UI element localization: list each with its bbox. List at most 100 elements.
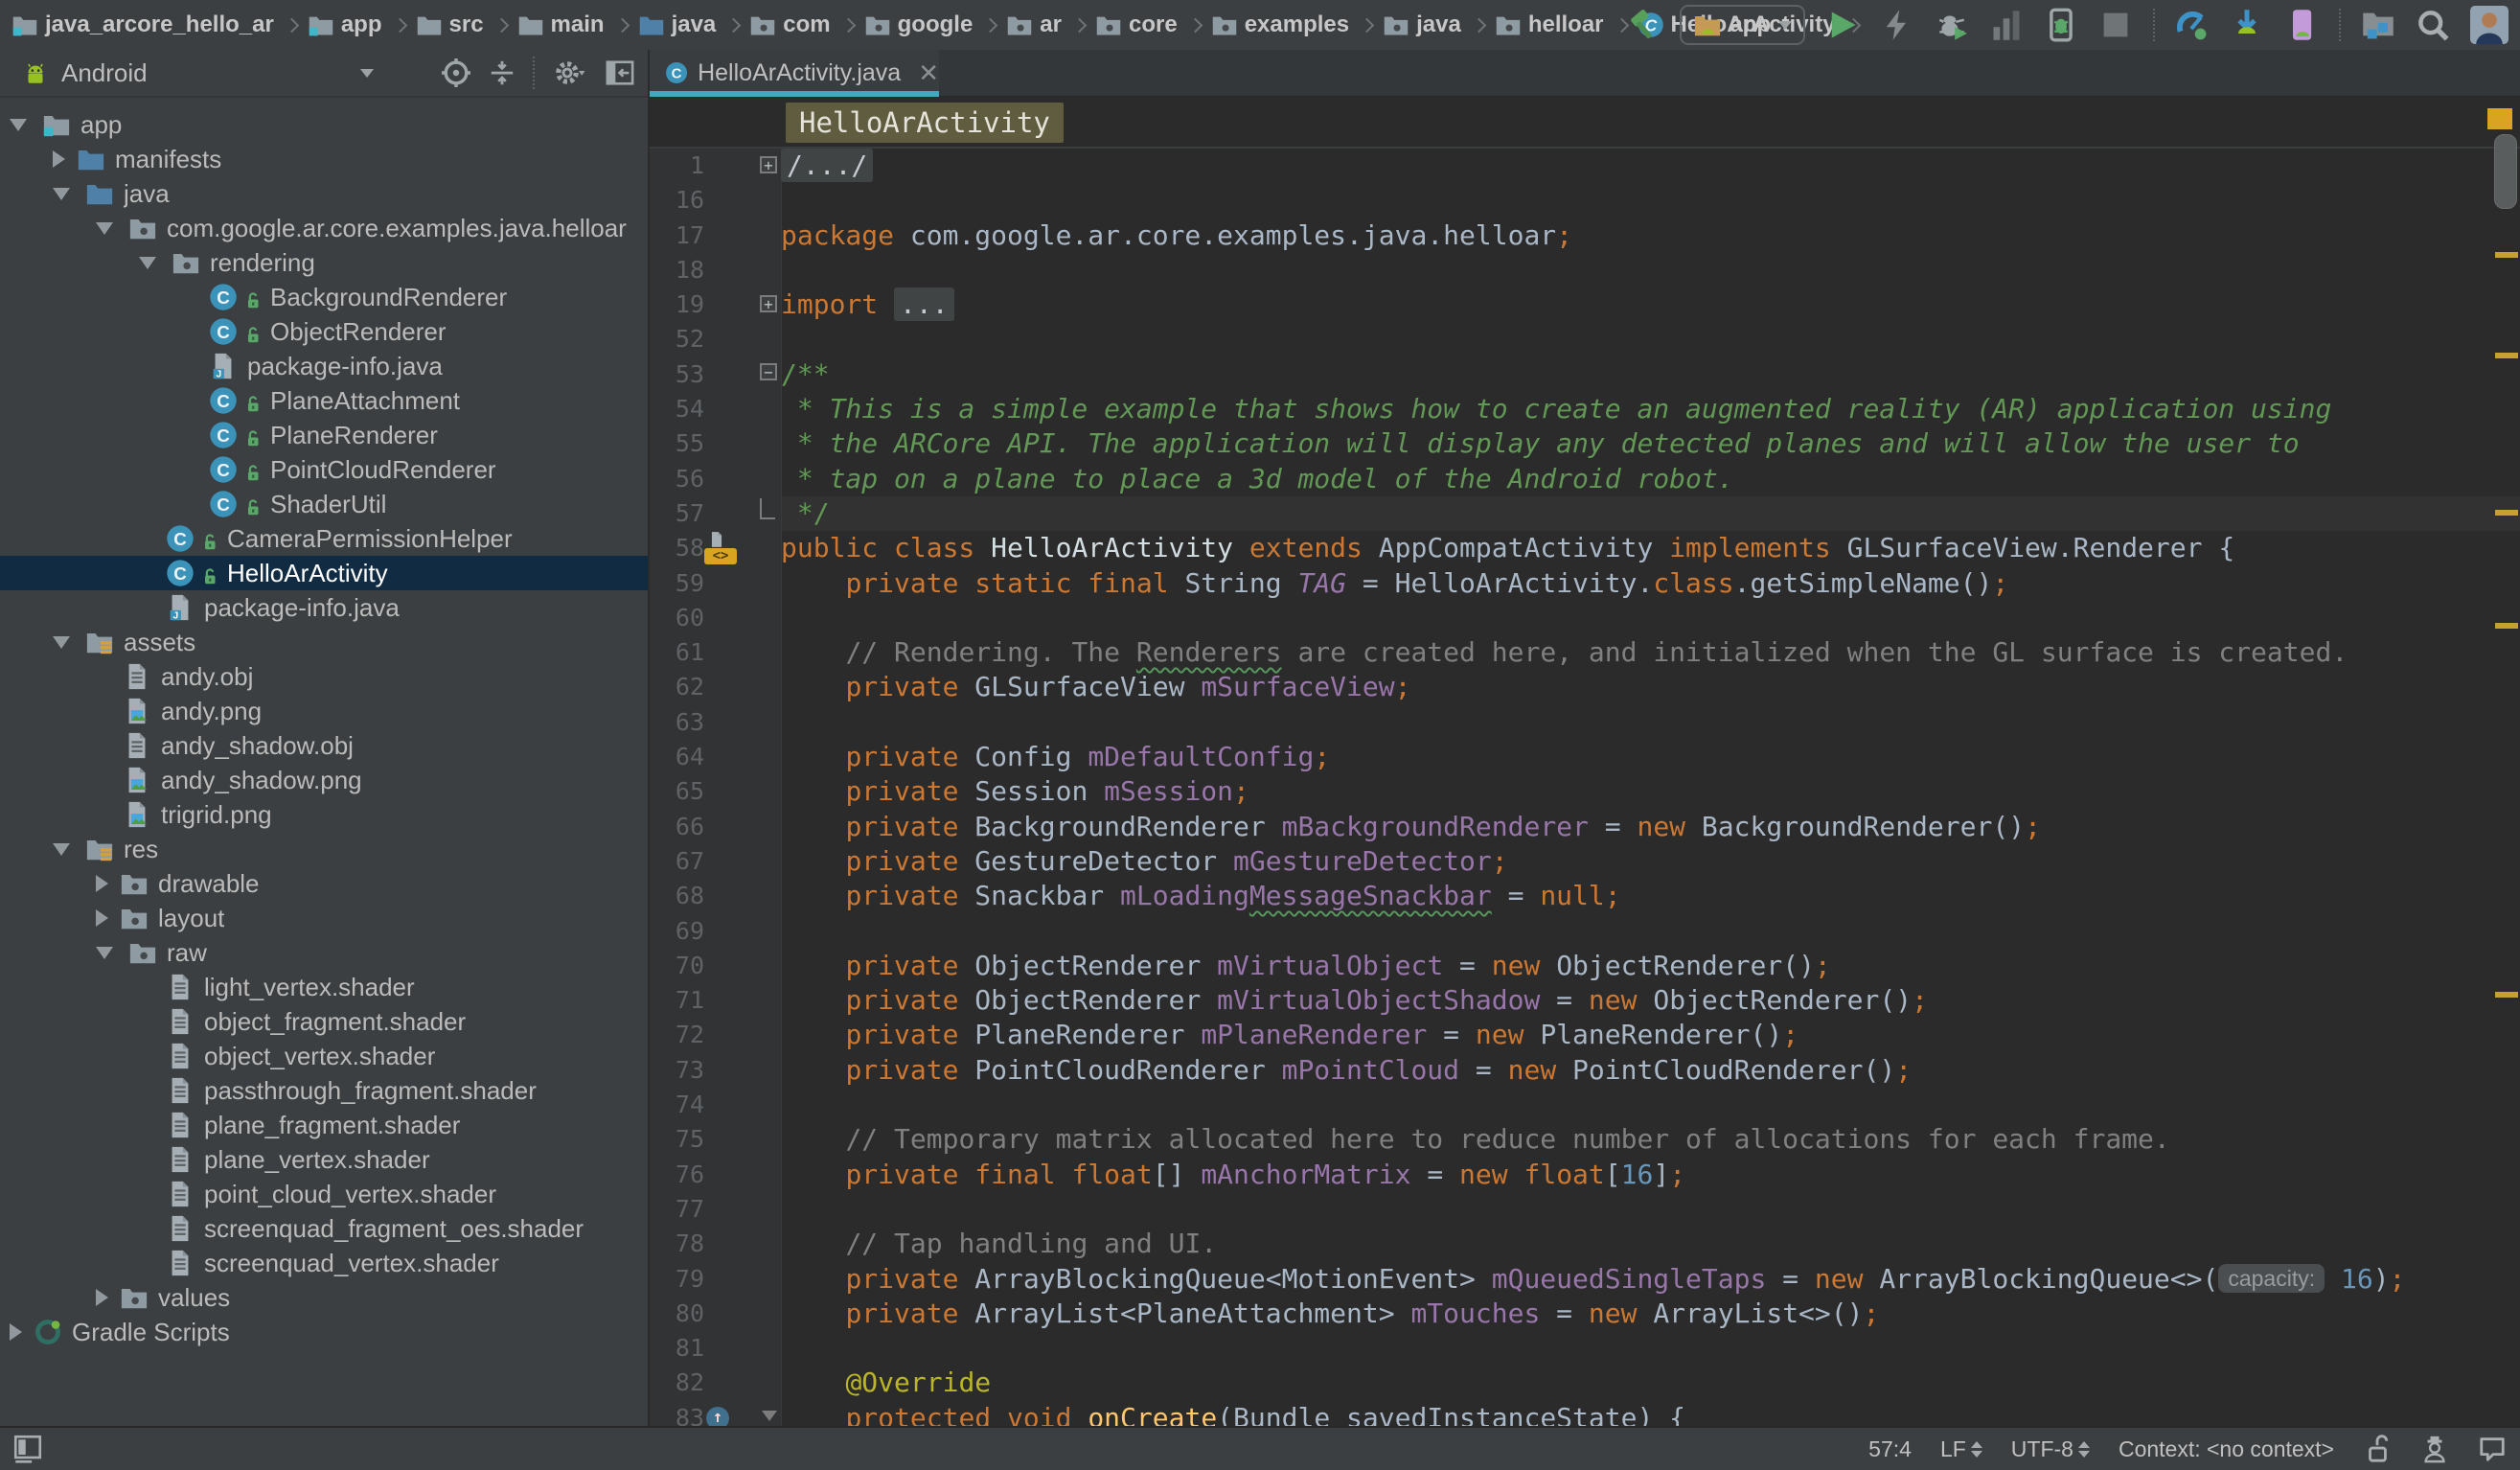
tree-item-backgroundrenderer[interactable]: CBackgroundRenderer: [0, 280, 648, 314]
breadcrumb-item-java_arcore_hello_ar[interactable]: java_arcore_hello_ar: [11, 11, 274, 38]
tree-item-app[interactable]: app: [0, 107, 648, 142]
chevron-down-icon[interactable]: [53, 636, 70, 649]
fold-collapse-icon[interactable]: −: [760, 363, 777, 380]
related-file-icon[interactable]: [706, 531, 727, 548]
tree-item-light-vertex-shader[interactable]: light_vertex.shader: [0, 970, 648, 1004]
breadcrumb-item-main[interactable]: main: [517, 11, 605, 38]
tree-item-camerapermissionhelper[interactable]: CCameraPermissionHelper: [0, 521, 648, 556]
tree-item-gradle-scripts[interactable]: Gradle Scripts: [0, 1315, 648, 1349]
tree-item-planerenderer[interactable]: CPlaneRenderer: [0, 418, 648, 452]
fold-arrow-icon[interactable]: [762, 1411, 777, 1421]
breadcrumb-item-app[interactable]: app: [308, 11, 382, 38]
warning-stripe-mark[interactable]: [2495, 510, 2518, 516]
tree-item-point-cloud-vertex-shader[interactable]: point_cloud_vertex.shader: [0, 1177, 648, 1211]
chevron-down-icon[interactable]: [96, 222, 113, 235]
profile-button[interactable]: [1989, 8, 2024, 42]
editor-scrollbar[interactable]: [2494, 134, 2517, 209]
chevron-right-icon[interactable]: [96, 909, 108, 927]
tree-item-trigrid-png[interactable]: trigrid.png: [0, 797, 648, 832]
locate-file-icon[interactable]: [441, 57, 471, 88]
highlighting-level-icon[interactable]: [2420, 1435, 2449, 1463]
tree-item-plane-fragment-shader[interactable]: plane_fragment.shader: [0, 1108, 648, 1142]
breadcrumb-item-com[interactable]: com: [749, 11, 830, 38]
hide-panel-icon[interactable]: [606, 57, 634, 88]
gear-icon[interactable]: [551, 57, 589, 88]
tree-item-java[interactable]: java: [0, 176, 648, 211]
chevron-down-icon[interactable]: [139, 257, 156, 269]
tree-item-raw[interactable]: raw: [0, 935, 648, 970]
search-everywhere-icon[interactable]: [2416, 8, 2450, 42]
chevron-down-icon[interactable]: [360, 69, 374, 78]
fold-expand-icon[interactable]: +: [760, 295, 777, 312]
collapse-all-icon[interactable]: [488, 57, 516, 88]
breadcrumb-item-java[interactable]: java: [1383, 11, 1461, 38]
stop-button[interactable]: [2098, 8, 2133, 42]
tree-item-helloaractivity[interactable]: CHelloArActivity: [0, 556, 648, 590]
tree-item-package-info-java[interactable]: Jpackage-info.java: [0, 590, 648, 625]
project-view-selector[interactable]: Android: [61, 58, 148, 88]
breadcrumb-item-google[interactable]: google: [864, 11, 974, 38]
breadcrumb-item-ar[interactable]: ar: [1006, 11, 1062, 38]
debug-button[interactable]: [1935, 8, 1969, 42]
chevron-down-icon[interactable]: [10, 119, 27, 131]
tree-item-values[interactable]: values: [0, 1280, 648, 1315]
close-icon[interactable]: ✕: [918, 58, 939, 88]
tree-item-drawable[interactable]: drawable: [0, 866, 648, 901]
user-avatar[interactable]: [2470, 5, 2509, 45]
warning-stripe-mark[interactable]: [2495, 623, 2518, 629]
tree-item-andy-shadow-png[interactable]: andy_shadow.png: [0, 763, 648, 797]
profiler-icon[interactable]: [2175, 8, 2210, 42]
tree-item-manifests[interactable]: manifests: [0, 142, 648, 176]
tree-item-com-google-ar-core-examples-java-helloar[interactable]: com.google.ar.core.examples.java.helloar: [0, 211, 648, 245]
tree-item-package-info-java[interactable]: Jpackage-info.java: [0, 349, 648, 383]
tree-item-screenquad-fragment-oes-shader[interactable]: screenquad_fragment_oes.shader: [0, 1211, 648, 1246]
inspection-indicator[interactable]: [2487, 108, 2512, 129]
tree-item-andy-obj[interactable]: andy.obj: [0, 659, 648, 694]
chevron-down-icon[interactable]: [96, 947, 113, 959]
tree-item-res[interactable]: res: [0, 832, 648, 866]
chevron-down-icon[interactable]: [53, 188, 70, 200]
tree-item-passthrough-fragment-shader[interactable]: passthrough_fragment.shader: [0, 1073, 648, 1108]
tree-item-andy-shadow-obj[interactable]: andy_shadow.obj: [0, 728, 648, 763]
breadcrumb-item-helloar[interactable]: helloar: [1495, 11, 1604, 38]
chevron-right-icon[interactable]: [53, 150, 65, 168]
run-button[interactable]: [1825, 8, 1860, 42]
line-separator[interactable]: LF: [1940, 1436, 1982, 1462]
warning-stripe-mark[interactable]: [2495, 252, 2518, 258]
tree-item-plane-vertex-shader[interactable]: plane_vertex.shader: [0, 1142, 648, 1177]
project-structure-icon[interactable]: [2361, 8, 2395, 42]
tree-item-object-vertex-shader[interactable]: object_vertex.shader: [0, 1039, 648, 1073]
chevron-right-icon[interactable]: [10, 1323, 22, 1341]
related-xml-icon[interactable]: <>: [704, 548, 737, 564]
warning-stripe-mark[interactable]: [2495, 992, 2518, 998]
breadcrumb-item-java[interactable]: java: [638, 11, 717, 38]
chevron-right-icon[interactable]: [96, 1289, 108, 1306]
event-log-icon[interactable]: [2478, 1435, 2507, 1463]
tree-item-assets[interactable]: assets: [0, 625, 648, 659]
tree-item-object-fragment-shader[interactable]: object_fragment.shader: [0, 1004, 648, 1039]
tab-helloaractivity[interactable]: C HelloArActivity.java ✕: [650, 50, 939, 96]
readonly-lock-icon[interactable]: [2363, 1435, 2392, 1463]
breadcrumb-item-core[interactable]: core: [1095, 11, 1178, 38]
tool-window-switcher-icon[interactable]: [13, 1435, 42, 1463]
sdk-manager-icon[interactable]: [2230, 8, 2264, 42]
caret-position[interactable]: 57:4: [1868, 1436, 1912, 1462]
override-method-icon[interactable]: ↑: [706, 1407, 729, 1428]
tree-item-pointcloudrenderer[interactable]: CPointCloudRenderer: [0, 452, 648, 487]
avd-manager-icon[interactable]: [2284, 8, 2319, 42]
fold-expand-icon[interactable]: +: [760, 156, 777, 173]
tree-item-rendering[interactable]: rendering: [0, 245, 648, 280]
chevron-down-icon[interactable]: [53, 843, 70, 856]
run-context[interactable]: Context: <no context>: [2119, 1436, 2334, 1462]
file-encoding[interactable]: UTF-8: [2011, 1436, 2090, 1462]
tree-item-planeattachment[interactable]: CPlaneAttachment: [0, 383, 648, 418]
breadcrumb-item-src[interactable]: src: [416, 11, 484, 38]
code-editor[interactable]: C HelloArActivity.java ✕ HelloArActivity…: [650, 50, 2520, 1428]
apply-changes-icon[interactable]: [1880, 8, 1914, 42]
warning-stripe-mark[interactable]: [2495, 353, 2518, 358]
breadcrumb-item-examples[interactable]: examples: [1211, 11, 1349, 38]
attach-debugger-button[interactable]: [2044, 8, 2078, 42]
tree-item-screenquad-vertex-shader[interactable]: screenquad_vertex.shader: [0, 1246, 648, 1280]
tree-item-layout[interactable]: layout: [0, 901, 648, 935]
code-area[interactable]: 1+/.../1617package com.google.ar.core.ex…: [650, 149, 2520, 1428]
